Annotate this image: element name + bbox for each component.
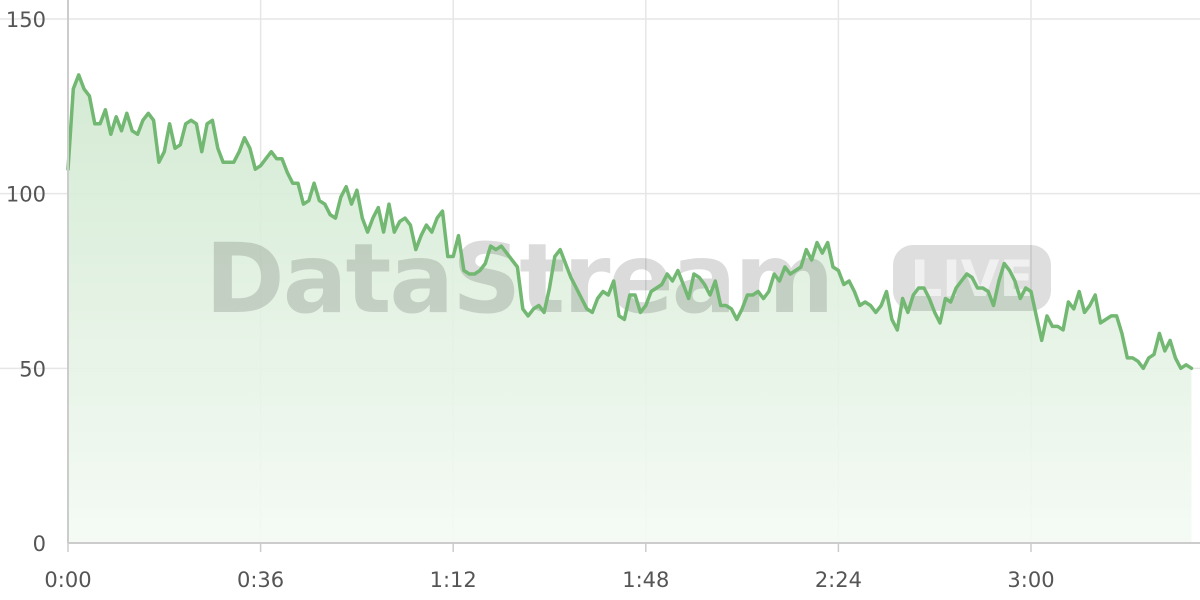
y-tick-label: 150 bbox=[6, 8, 46, 32]
area-chart: DataStream LIVE 0501001500:00 0:36 1:12 1:4… bbox=[0, 0, 1200, 592]
x-tick-label: 0:00 bbox=[44, 568, 91, 592]
x-tick-label: 0:36 bbox=[237, 568, 284, 592]
x-tick-label: 3:00 bbox=[1007, 568, 1054, 592]
y-tick-label: 50 bbox=[19, 357, 46, 381]
x-tick-label: 2:24 bbox=[815, 568, 862, 592]
x-tick-label: 1:48 bbox=[622, 568, 669, 592]
y-tick-label: 0 bbox=[33, 532, 46, 556]
y-tick-label: 100 bbox=[6, 183, 46, 207]
x-tick-label: 1:12 bbox=[430, 568, 477, 592]
chart-container: DataStream LIVE 0 50 100 150 0:00 0:36 1:12 1:4… bbox=[0, 0, 1200, 600]
